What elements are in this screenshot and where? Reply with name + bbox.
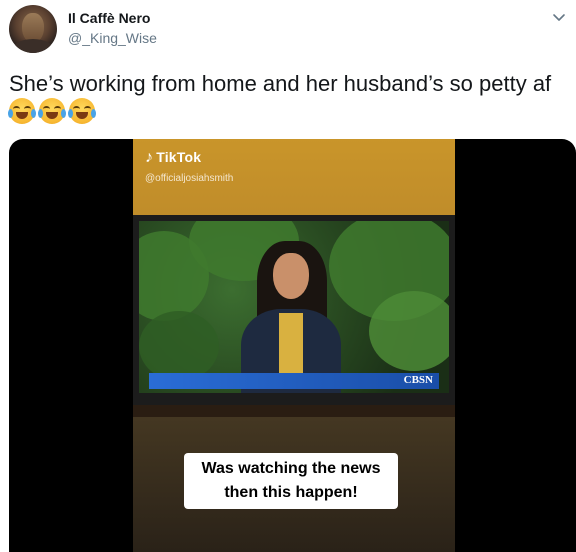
tweet-media-video[interactable]: ♪ TikTok @officialjosiahsmith CBSN Was w… <box>9 139 576 552</box>
avatar-shoulders <box>13 39 53 53</box>
news-anchor-face <box>273 253 309 299</box>
video-caption: Was watching the news then this happen! <box>184 453 398 509</box>
tiktok-watermark: ♪ TikTok <box>145 149 202 166</box>
tweet-card: Il Caffè Nero @_King_Wise She’s working … <box>0 0 576 552</box>
user-handle[interactable]: @_King_Wise <box>68 30 157 46</box>
television: CBSN <box>133 215 455 405</box>
emoji-row <box>8 98 96 124</box>
tv-stand <box>133 405 455 417</box>
caption-line-2: then this happen! <box>224 484 358 501</box>
video-frame[interactable]: ♪ TikTok @officialjosiahsmith CBSN Was w… <box>133 139 455 552</box>
chevron-down-icon[interactable] <box>552 10 566 24</box>
tiktok-logo-icon: ♪ <box>145 149 154 166</box>
tweet-text: She’s working from home and her husband’… <box>9 71 552 96</box>
caption-line-1: Was watching the news <box>201 460 381 477</box>
channel-logo: CBSN <box>403 374 433 386</box>
face-with-tears-of-joy-icon <box>38 98 66 124</box>
news-lower-third: CBSN <box>149 373 439 389</box>
news-anchor-shirt <box>279 313 303 373</box>
user-avatar[interactable] <box>9 5 57 53</box>
face-with-tears-of-joy-icon <box>68 98 96 124</box>
display-name[interactable]: Il Caffè Nero <box>68 10 150 26</box>
tv-screen: CBSN <box>139 221 449 393</box>
face-with-tears-of-joy-icon <box>8 98 36 124</box>
tiktok-username: @officialjosiahsmith <box>145 173 234 184</box>
